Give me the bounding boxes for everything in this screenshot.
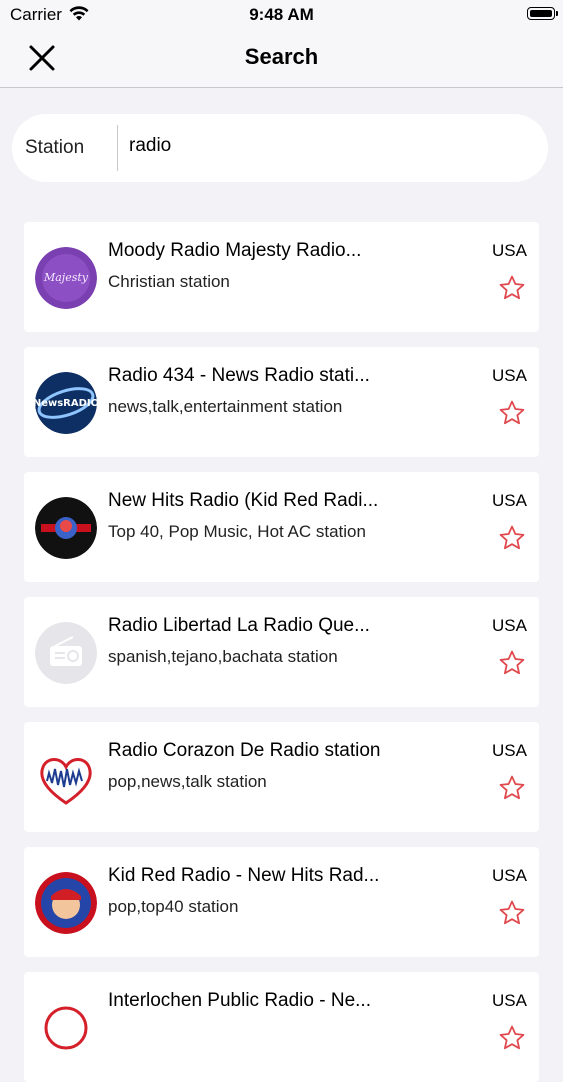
favorite-star-icon[interactable]: [498, 524, 526, 552]
station-country: USA: [492, 241, 527, 260]
favorite-star-icon[interactable]: [498, 274, 526, 302]
clock: 9:48 AM: [249, 5, 314, 24]
station-country: USA: [492, 741, 527, 760]
station-country: USA: [492, 616, 527, 635]
station-logo: Majesty: [35, 247, 97, 309]
station-genre: pop,news,talk station: [108, 772, 267, 791]
station-country: USA: [492, 866, 527, 885]
favorite-star-icon[interactable]: [498, 649, 526, 677]
station-logo: [35, 747, 97, 809]
station-name: Radio Libertad La Radio Que...: [108, 615, 370, 636]
station-logo: [35, 872, 97, 934]
station-row[interactable]: New Hits Radio (Kid Red Radi... Top 40, …: [24, 472, 539, 582]
station-genre: spanish,tejano,bachata station: [108, 647, 338, 666]
station-country: USA: [492, 366, 527, 385]
station-name: New Hits Radio (Kid Red Radi...: [108, 490, 379, 511]
page-title: Search: [244, 44, 319, 69]
search-bar: Station: [12, 114, 548, 182]
station-logo: NewsRADIO: [35, 372, 97, 434]
favorite-star-icon[interactable]: [498, 1024, 526, 1052]
station-genre: Christian station: [108, 272, 230, 291]
navigation-bar: Search: [0, 30, 563, 88]
favorite-star-icon[interactable]: [498, 774, 526, 802]
station-row[interactable]: Majesty Moody Radio Majesty Radio... Chr…: [24, 222, 539, 332]
favorite-star-icon[interactable]: [498, 899, 526, 927]
station-name: Interlochen Public Radio - Ne...: [108, 990, 371, 1011]
svg-text:Majesty: Majesty: [43, 271, 89, 284]
battery-icon: [527, 7, 558, 20]
search-input[interactable]: [129, 128, 529, 164]
station-row[interactable]: Radio Libertad La Radio Que... spanish,t…: [24, 597, 539, 707]
station-genre: pop,top40 station: [108, 897, 239, 916]
station-logo: [35, 622, 97, 684]
station-row[interactable]: Kid Red Radio - New Hits Rad... pop,top4…: [24, 847, 539, 957]
search-divider: [117, 125, 118, 171]
station-row[interactable]: Radio Corazon De Radio station pop,news,…: [24, 722, 539, 832]
station-logo: [35, 997, 97, 1059]
station-row[interactable]: NewsRADIO Radio 434 - News Radio stati..…: [24, 347, 539, 457]
station-name: Moody Radio Majesty Radio...: [108, 240, 362, 261]
search-scope-button[interactable]: Station: [25, 137, 84, 159]
station-name: Radio Corazon De Radio station: [108, 740, 381, 761]
svg-text:NewsRADIO: NewsRADIO: [35, 398, 97, 409]
station-genre: news,talk,entertainment station: [108, 397, 343, 416]
station-row[interactable]: Interlochen Public Radio - Ne... USA: [24, 972, 539, 1082]
favorite-star-icon[interactable]: [498, 399, 526, 427]
station-name: Kid Red Radio - New Hits Rad...: [108, 865, 380, 886]
station-country: USA: [492, 991, 527, 1010]
station-genre: Top 40, Pop Music, Hot AC station: [108, 522, 366, 541]
station-country: USA: [492, 491, 527, 510]
station-name: Radio 434 - News Radio stati...: [108, 365, 370, 386]
status-bar: Carrier 9:48 AM: [0, 0, 563, 30]
station-logo: [35, 497, 97, 559]
